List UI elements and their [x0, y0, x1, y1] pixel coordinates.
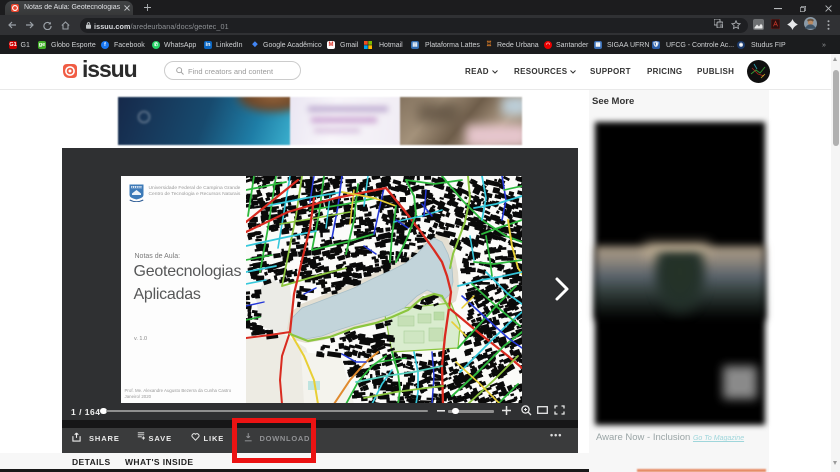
svg-text:a: a — [720, 23, 723, 28]
